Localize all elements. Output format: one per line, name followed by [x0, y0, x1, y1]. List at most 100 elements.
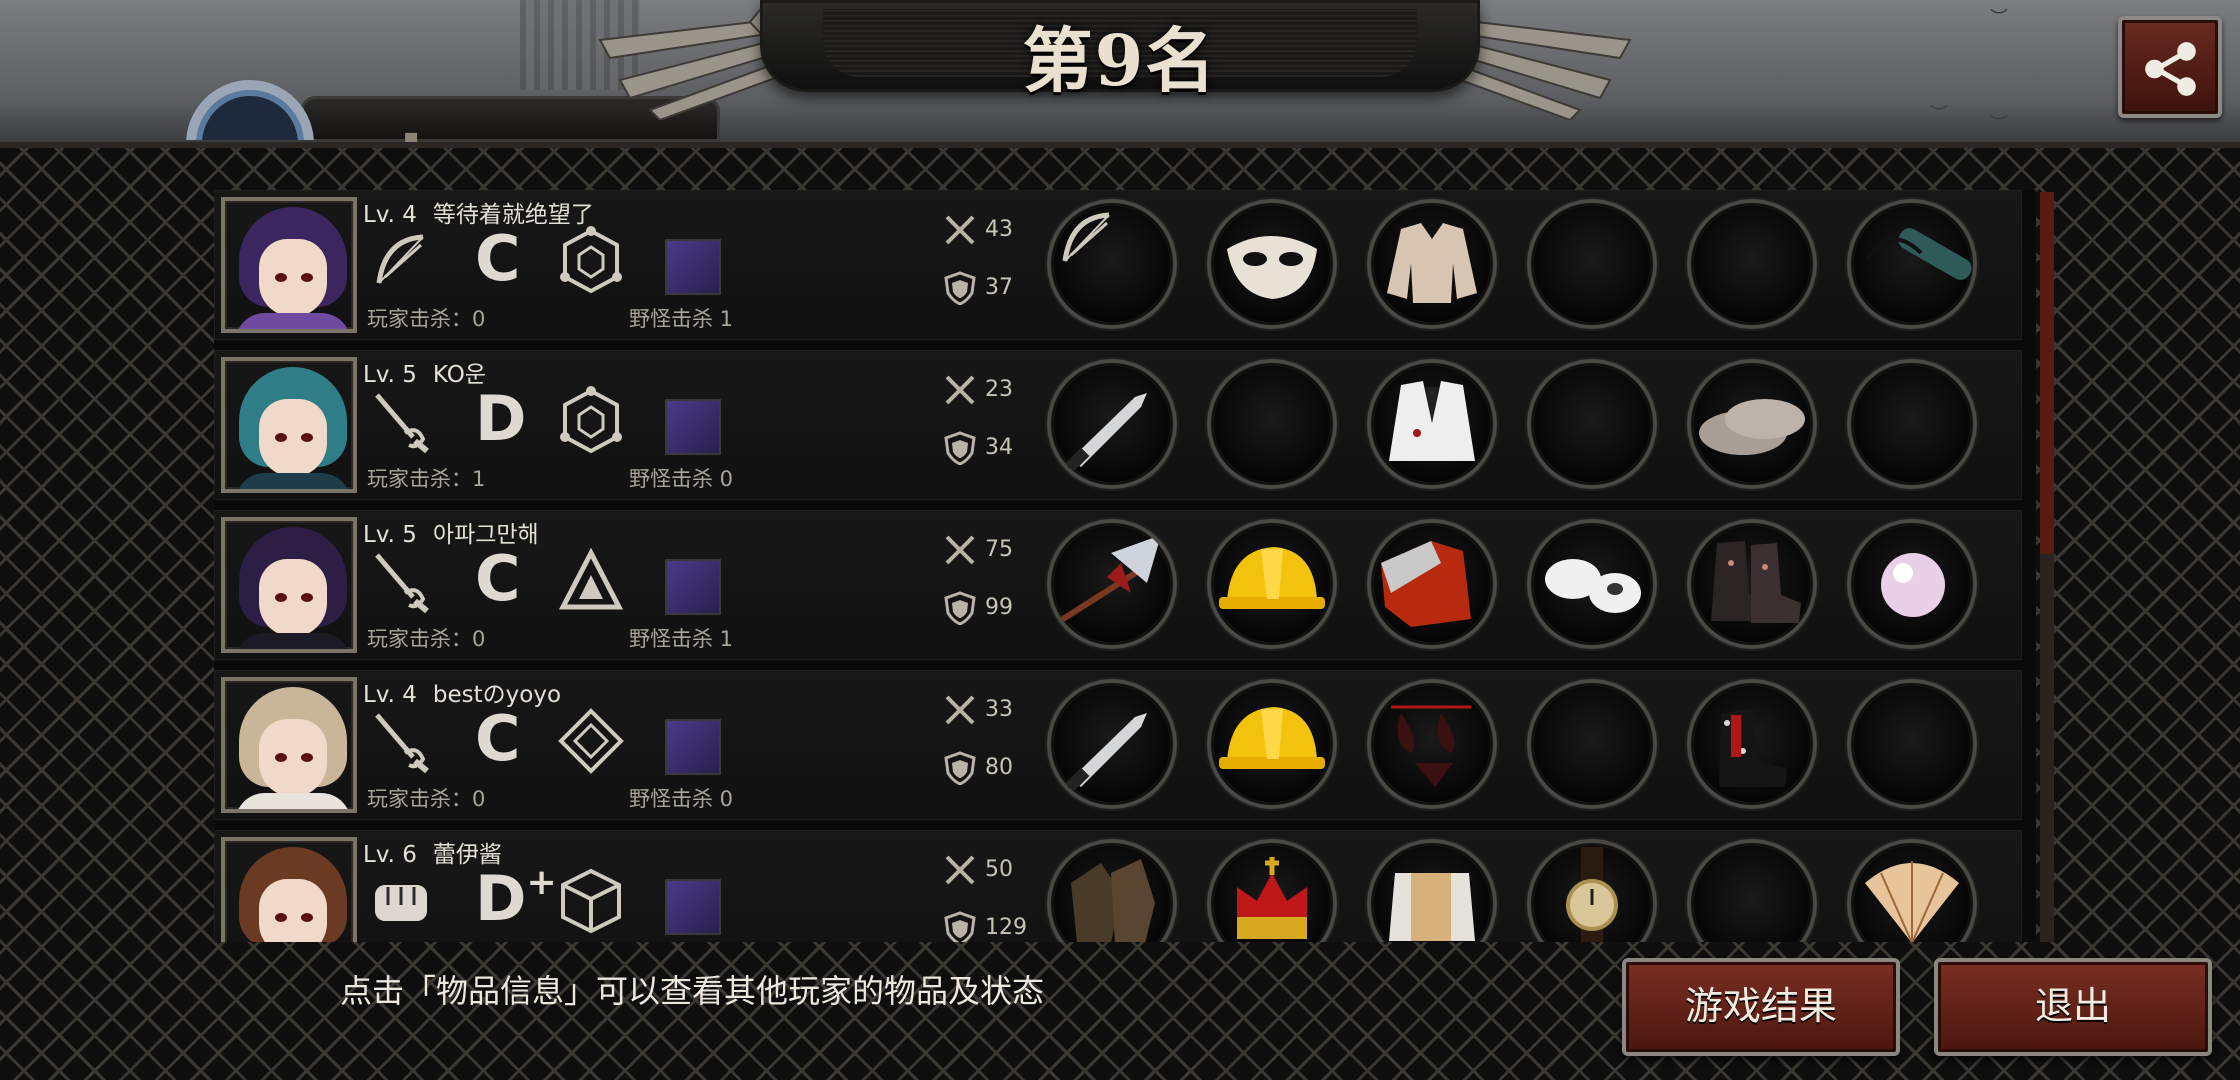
boots-icon: [1711, 541, 1801, 623]
share-button[interactable]: [2118, 16, 2222, 118]
suit-icon: [1389, 381, 1475, 461]
defense-stat: 99: [943, 591, 1013, 626]
player-list[interactable]: Lv. 4 等待着就绝望了 C 玩家击杀：0 野怪击杀 1 43 37 Lv. 5 KO운 D 玩家…: [214, 190, 2036, 942]
halberd-icon: [1051, 535, 1161, 631]
item-slot[interactable]: [1207, 199, 1337, 329]
item-slot[interactable]: [1527, 839, 1657, 942]
shield-icon: [944, 271, 976, 306]
weapon-grade: C: [475, 542, 521, 615]
player-kills: 玩家击杀：0: [367, 787, 486, 811]
hard-hat-icon: [1219, 547, 1325, 609]
player-row[interactable]: Lv. 4 等待着就绝望了 C 玩家击杀：0 野怪击杀 1 43 37: [214, 190, 2022, 340]
monster-kills: 野怪击杀 1: [629, 627, 734, 651]
item-slot[interactable]: [1207, 679, 1337, 809]
player-row[interactable]: Lv. 6 蕾伊酱 D+ 50 129: [214, 830, 2022, 942]
exit-button[interactable]: 退出: [1934, 958, 2212, 1056]
item-slot[interactable]: [1847, 839, 1977, 942]
attack-icon: [945, 535, 975, 565]
player-avatar[interactable]: [221, 677, 357, 813]
item-slot[interactable]: [1527, 679, 1657, 809]
item-slot[interactable]: [1687, 519, 1817, 649]
bandage-icon: [1545, 559, 1641, 613]
skill-chip-icon[interactable]: [665, 239, 721, 295]
bird-icon: ︶: [1990, 114, 2008, 135]
skill-chip-icon[interactable]: [665, 879, 721, 935]
player-row[interactable]: Lv. 5 아파그만해 C 玩家击杀：0 野怪击杀 1 75 99: [214, 510, 2022, 660]
skill-chip-icon[interactable]: [665, 559, 721, 615]
item-slot[interactable]: [1847, 679, 1977, 809]
skill-chip-icon[interactable]: [665, 719, 721, 775]
tube-bag-icon: [1865, 228, 1972, 280]
game-result-button[interactable]: 游戏结果: [1622, 958, 1900, 1056]
mask-icon: [1227, 236, 1317, 299]
item-slot[interactable]: [1687, 679, 1817, 809]
armor-icon: [1389, 873, 1475, 941]
attack-icon: [945, 375, 975, 405]
item-slot[interactable]: [1047, 519, 1177, 649]
item-slot[interactable]: [1847, 519, 1977, 649]
scrollbar-thumb[interactable]: [2040, 192, 2054, 554]
crown-icon: [1237, 857, 1307, 939]
bird-icon: ︶: [1990, 8, 2008, 29]
cube-emblem-icon: [555, 865, 627, 937]
knife-icon: [1062, 393, 1147, 475]
attack-stat: 33: [943, 693, 1013, 727]
scrollbar[interactable]: [2040, 192, 2054, 942]
defense-stat: 34: [943, 431, 1013, 466]
attack-icon: [945, 855, 975, 885]
item-slot[interactable]: [1047, 839, 1177, 942]
item-slot[interactable]: [1207, 519, 1337, 649]
watch-icon: [1566, 847, 1618, 942]
rank-title: 第9名: [1022, 19, 1218, 102]
item-slot[interactable]: [1367, 359, 1497, 489]
knife-icon: [1062, 713, 1147, 795]
item-slot[interactable]: [1207, 839, 1337, 942]
player-avatar[interactable]: [221, 357, 357, 493]
item-slot[interactable]: [1367, 839, 1497, 942]
player-avatar[interactable]: [221, 517, 357, 653]
item-slot[interactable]: [1367, 679, 1497, 809]
rapier-icon: [365, 545, 437, 617]
item-slot[interactable]: [1047, 679, 1177, 809]
attack-stat: 23: [943, 373, 1013, 407]
item-slot[interactable]: [1207, 359, 1337, 489]
shield-icon: [944, 911, 976, 942]
weapon-grade: C: [475, 702, 521, 775]
item-slot[interactable]: [1367, 199, 1497, 329]
shield-icon: [944, 431, 976, 466]
monster-kills: 野怪击杀 1: [629, 307, 734, 331]
rank-badge-icon: [182, 80, 318, 140]
defense-stat: 80: [943, 751, 1013, 786]
item-slot[interactable]: [1527, 519, 1657, 649]
item-slot[interactable]: [1687, 359, 1817, 489]
fan-icon: [1865, 861, 1959, 942]
weapon-grade: C: [475, 222, 521, 295]
attack-icon: [945, 215, 975, 245]
player-kills: 玩家击杀：0: [367, 627, 486, 651]
hint-text: 点击「物品信息」可以查看其他玩家的物品及状态: [340, 972, 1045, 1010]
item-slot[interactable]: [1847, 199, 1977, 329]
player-row[interactable]: Lv. 4 bestのyoyo C 玩家击杀：0 野怪击杀 0 33 80: [214, 670, 2022, 820]
bow-icon: [365, 225, 437, 297]
item-slot[interactable]: [1367, 519, 1497, 649]
item-slot[interactable]: [1047, 199, 1177, 329]
hard-hat-icon: [1219, 707, 1325, 769]
item-slot[interactable]: [1687, 839, 1817, 942]
player-kills: 玩家击杀：0: [367, 307, 486, 331]
rank-plate: 第9名: [760, 0, 1480, 102]
player-avatar[interactable]: [221, 837, 357, 942]
item-slot[interactable]: [1847, 359, 1977, 489]
jacket-icon: [1387, 223, 1477, 303]
item-slot[interactable]: [1527, 199, 1657, 329]
player-row[interactable]: Lv. 5 KO운 D 玩家击杀：1 野怪击杀 0 23 34: [214, 350, 2022, 500]
item-slot[interactable]: [1687, 199, 1817, 329]
player-avatar[interactable]: [221, 197, 357, 333]
defense-stat: 129: [943, 911, 1027, 942]
item-slot[interactable]: [1527, 359, 1657, 489]
gloves-icon: [1071, 859, 1155, 942]
rapier-icon: [365, 385, 437, 457]
item-slot[interactable]: [1047, 359, 1177, 489]
shield-icon: [944, 591, 976, 626]
skill-chip-icon[interactable]: [665, 399, 721, 455]
spiked-boots-icon: [1719, 709, 1787, 787]
